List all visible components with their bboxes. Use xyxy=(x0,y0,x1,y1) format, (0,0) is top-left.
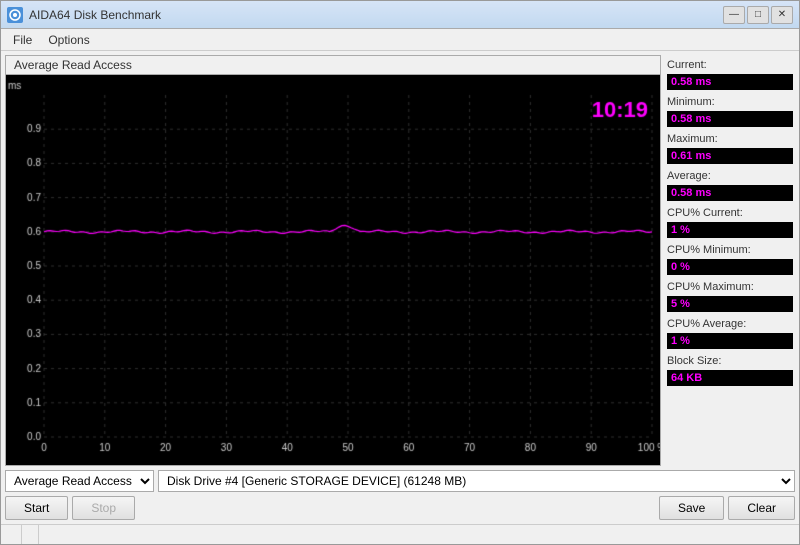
block-size-value: 64 KB xyxy=(667,370,793,386)
chart-tab: Average Read Access xyxy=(6,56,660,75)
menu-file[interactable]: File xyxy=(5,31,40,49)
minimum-label: Minimum: xyxy=(667,96,793,108)
stats-panel: Current: 0.58 ms Minimum: 0.58 ms Maximu… xyxy=(665,55,795,466)
cpu-average-value: 1 % xyxy=(667,333,793,349)
button-row: Start Stop Save Clear xyxy=(5,496,795,520)
app-icon xyxy=(7,7,23,23)
cpu-minimum-value: 0 % xyxy=(667,259,793,275)
menu-options[interactable]: Options xyxy=(40,31,97,49)
main-content: Average Read Access Current: 0.58 ms Min… xyxy=(1,51,799,524)
content-row: Average Read Access Current: 0.58 ms Min… xyxy=(5,55,795,466)
block-size-label: Block Size: xyxy=(667,355,793,367)
stop-button[interactable]: Stop xyxy=(72,496,135,520)
status-left xyxy=(5,525,22,544)
benchmark-select[interactable]: Average Read AccessAverage Write AccessA… xyxy=(5,470,154,492)
title-bar-left: AIDA64 Disk Benchmark xyxy=(7,7,161,23)
maximum-label: Maximum: xyxy=(667,133,793,145)
cpu-minimum-label: CPU% Minimum: xyxy=(667,244,793,256)
minimum-value: 0.58 ms xyxy=(667,111,793,127)
save-button[interactable]: Save xyxy=(659,496,724,520)
title-bar: AIDA64 Disk Benchmark — □ ✕ xyxy=(1,1,799,29)
window-title: AIDA64 Disk Benchmark xyxy=(29,8,161,22)
disk-select[interactable]: Disk Drive #4 [Generic STORAGE DEVICE] (… xyxy=(158,470,795,492)
selector-row: Average Read AccessAverage Write AccessA… xyxy=(5,470,795,492)
minimize-button[interactable]: — xyxy=(723,6,745,24)
average-label: Average: xyxy=(667,170,793,182)
cpu-current-value: 1 % xyxy=(667,222,793,238)
status-bar xyxy=(1,524,799,544)
average-value: 0.58 ms xyxy=(667,185,793,201)
menu-bar: File Options xyxy=(1,29,799,51)
cpu-maximum-value: 5 % xyxy=(667,296,793,312)
bottom-controls: Average Read AccessAverage Write AccessA… xyxy=(5,466,795,520)
chart-area xyxy=(6,75,660,465)
maximum-value: 0.61 ms xyxy=(667,148,793,164)
start-button[interactable]: Start xyxy=(5,496,68,520)
current-value: 0.58 ms xyxy=(667,74,793,90)
maximize-button[interactable]: □ xyxy=(747,6,769,24)
main-window: AIDA64 Disk Benchmark — □ ✕ File Options… xyxy=(0,0,800,545)
status-right xyxy=(22,525,39,544)
cpu-average-label: CPU% Average: xyxy=(667,318,793,330)
cpu-maximum-label: CPU% Maximum: xyxy=(667,281,793,293)
current-label: Current: xyxy=(667,59,793,71)
chart-panel: Average Read Access xyxy=(5,55,661,466)
cpu-current-label: CPU% Current: xyxy=(667,207,793,219)
clear-button[interactable]: Clear xyxy=(728,496,795,520)
close-button[interactable]: ✕ xyxy=(771,6,793,24)
title-bar-buttons: — □ ✕ xyxy=(723,6,793,24)
